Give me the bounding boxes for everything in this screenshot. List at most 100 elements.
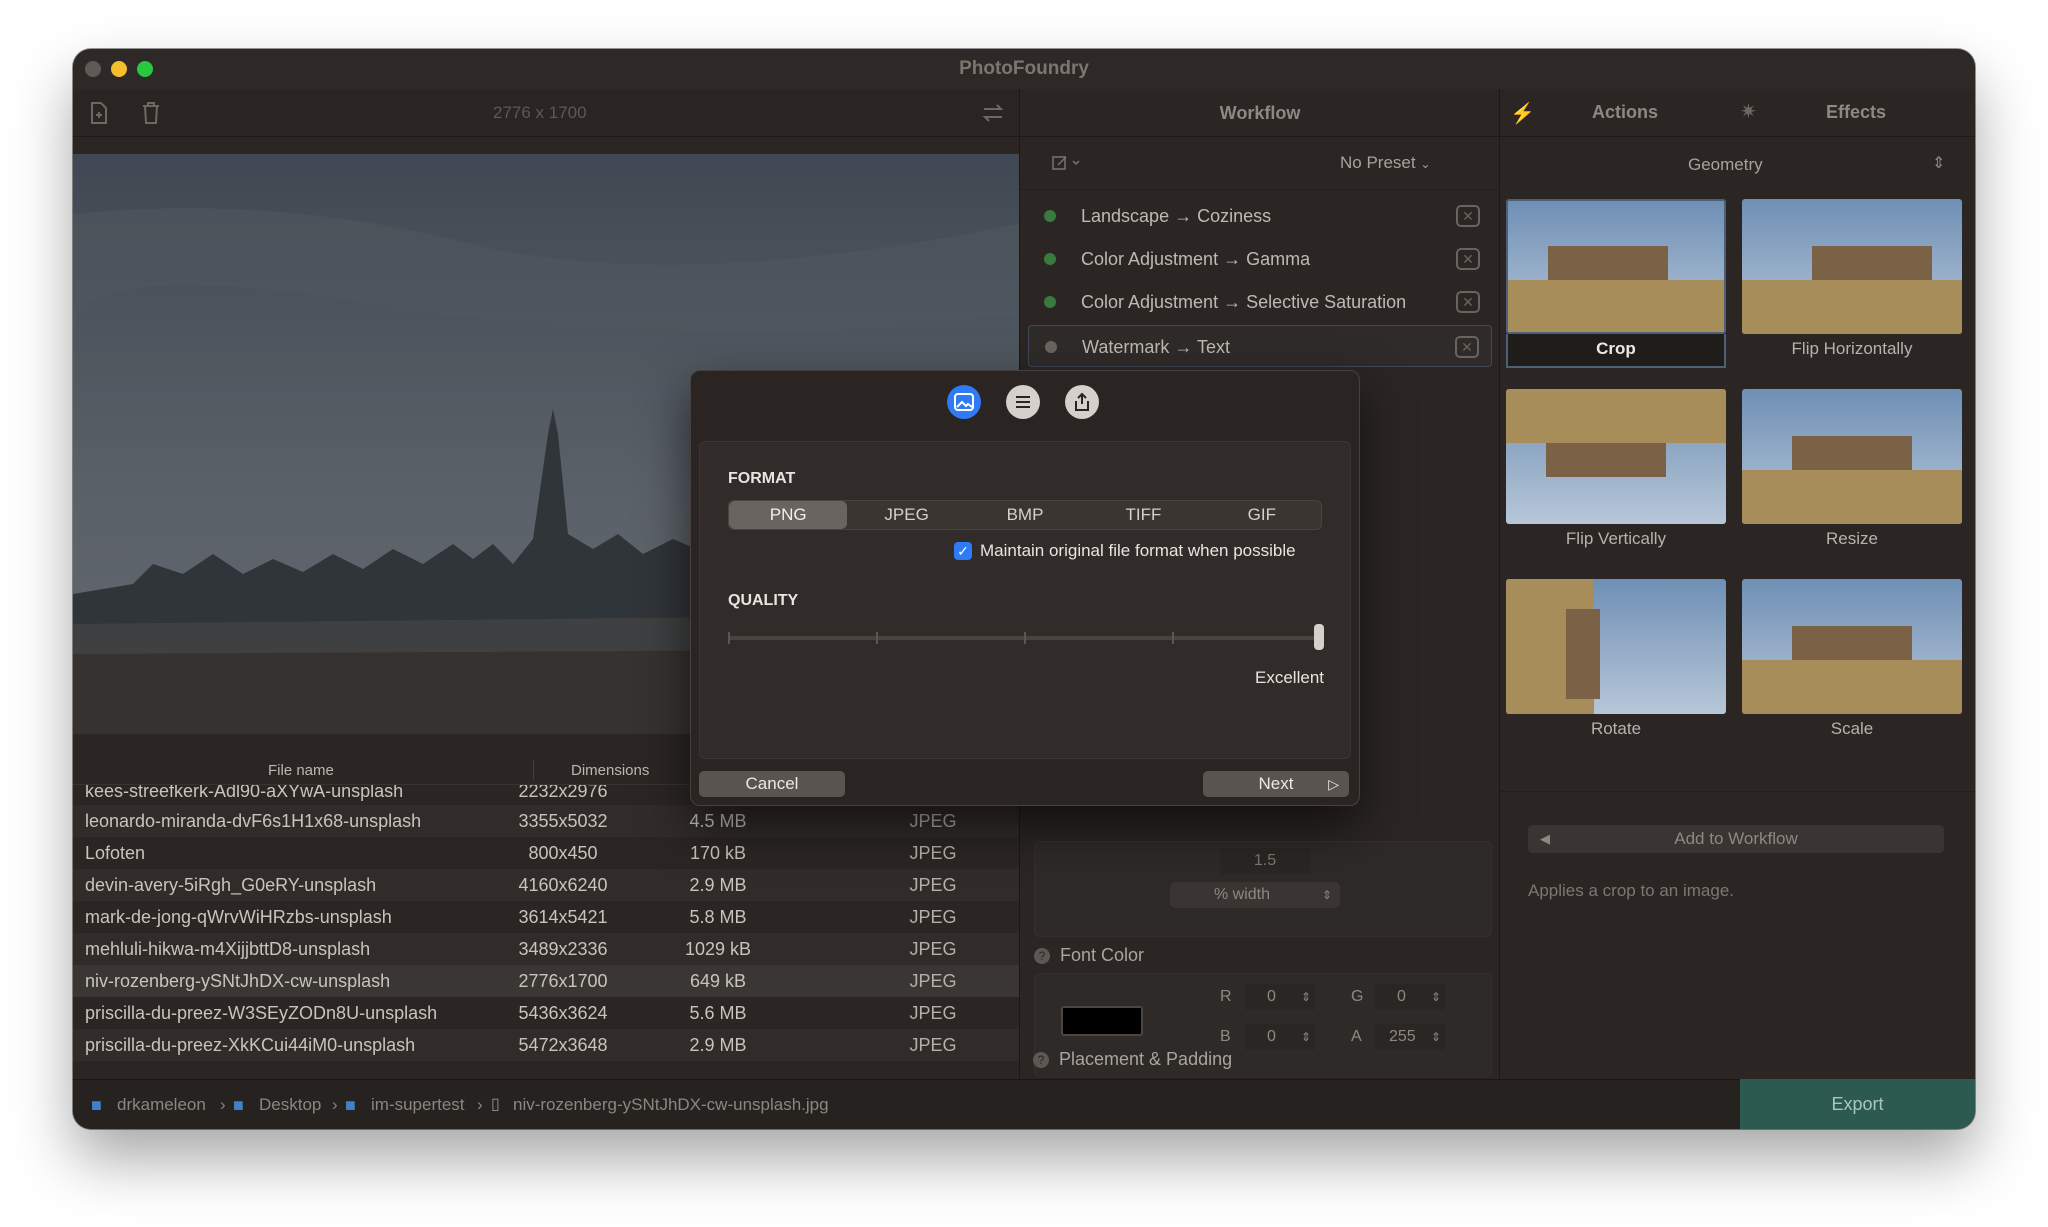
table-row[interactable]: leonardo-miranda-dvF6s1H1x68-unsplash 33… bbox=[73, 805, 1019, 837]
tab-actions[interactable]: Actions bbox=[1592, 102, 1658, 123]
format-tiff[interactable]: TIFF bbox=[1084, 501, 1202, 529]
stepper-icon[interactable]: ⇕ bbox=[1431, 1024, 1441, 1050]
file-name: niv-rozenberg-ySNtJhDX-cw-unsplash bbox=[85, 971, 391, 991]
b-label: B bbox=[1220, 1028, 1231, 1045]
line-height-field[interactable]: 1.5 bbox=[1220, 848, 1310, 874]
table-row[interactable]: priscilla-du-preez-W3SEyZODn8U-unsplash … bbox=[73, 997, 1019, 1029]
action-flip-horizontally[interactable]: Flip Horizontally bbox=[1742, 199, 1962, 369]
image-toolbar: 2776 x 1700 bbox=[73, 89, 1019, 137]
stepper-icon[interactable]: ⇕ bbox=[1431, 984, 1441, 1010]
remove-icon[interactable]: ✕ bbox=[1456, 291, 1480, 313]
format-bmp[interactable]: BMP bbox=[966, 501, 1084, 529]
slider-tick bbox=[876, 632, 878, 644]
workflow-title: Workflow bbox=[1020, 89, 1500, 137]
color-swatch[interactable] bbox=[1061, 1006, 1143, 1036]
file-type: JPEG bbox=[909, 907, 957, 927]
app-window: PhotoFoundry 2776 x 1700 File name Dimen… bbox=[73, 49, 1975, 1129]
maintain-format-checkbox[interactable]: ✓ bbox=[954, 542, 972, 560]
close-window-button[interactable] bbox=[85, 61, 101, 77]
breadcrumb-segment[interactable]: Desktop bbox=[259, 1080, 321, 1129]
table-row[interactable]: priscilla-du-preez-XkKCui44iM0-unsplash … bbox=[73, 1029, 1019, 1061]
chevron-right-icon: › bbox=[332, 1095, 338, 1114]
format-gif[interactable]: GIF bbox=[1203, 501, 1321, 529]
tab-effects[interactable]: Effects bbox=[1826, 102, 1886, 123]
table-row-selected[interactable]: niv-rozenberg-ySNtJhDX-cw-unsplash 2776x… bbox=[73, 965, 1019, 997]
action-resize[interactable]: Resize bbox=[1742, 389, 1962, 559]
help-icon[interactable]: ? bbox=[1034, 948, 1050, 964]
preset-dropdown[interactable]: No Preset ⌄ bbox=[1340, 153, 1430, 173]
file-type: JPEG bbox=[909, 971, 957, 991]
sparkle-icon: ✷ bbox=[1740, 101, 1757, 123]
crop-thumbnail bbox=[1506, 199, 1726, 334]
file-list: kees-streefkerk-Adl90-aXYwA-unsplash 223… bbox=[73, 785, 1019, 1079]
add-file-icon[interactable] bbox=[85, 99, 113, 127]
breadcrumb-file[interactable]: niv-rozenberg-ySNtJhDX-cw-unsplash.jpg bbox=[513, 1080, 829, 1129]
blue-value: 0 bbox=[1267, 1028, 1276, 1045]
stepper-icon[interactable]: ⇕ bbox=[1301, 984, 1311, 1010]
zoom-window-button[interactable] bbox=[137, 61, 153, 77]
quality-slider-thumb[interactable] bbox=[1314, 624, 1324, 650]
table-row[interactable]: mehluli-hikwa-m4XijjbttD8-unsplash 3489x… bbox=[73, 933, 1019, 965]
format-png[interactable]: PNG bbox=[729, 501, 848, 529]
add-to-workflow-button[interactable]: ◀ Add to Workflow bbox=[1528, 825, 1944, 853]
file-name: mark-de-jong-qWrvWiHRzbs-unsplash bbox=[85, 907, 392, 927]
file-dimensions: 800x450 bbox=[528, 843, 598, 863]
column-header-dimensions[interactable]: Dimensions bbox=[571, 762, 649, 779]
next-button[interactable]: Next ▷ bbox=[1203, 771, 1349, 797]
action-flip-vertically[interactable]: Flip Vertically bbox=[1506, 389, 1726, 559]
table-row[interactable]: mark-de-jong-qWrvWiHRzbs-unsplash 3614x5… bbox=[73, 901, 1019, 933]
remove-icon[interactable]: ✕ bbox=[1456, 248, 1480, 270]
green-stepper[interactable]: 0 ⇕ bbox=[1375, 984, 1445, 1010]
alpha-stepper[interactable]: 255 ⇕ bbox=[1375, 1024, 1445, 1050]
action-label: Flip Horizontally bbox=[1791, 339, 1913, 358]
swap-icon[interactable] bbox=[979, 99, 1007, 127]
green-value: 0 bbox=[1397, 988, 1406, 1005]
workflow-item[interactable]: Color Adjustment → Selective Saturation … bbox=[1028, 281, 1492, 323]
column-header-file-name[interactable]: File name bbox=[268, 762, 334, 779]
action-scale[interactable]: Scale bbox=[1742, 579, 1962, 749]
format-jpeg[interactable]: JPEG bbox=[847, 501, 965, 529]
breadcrumb-segment[interactable]: drkameleon bbox=[117, 1080, 206, 1129]
workflow-item-selected[interactable]: Watermark → Text ✕ bbox=[1028, 325, 1492, 367]
breadcrumb-segment[interactable]: im-supertest bbox=[371, 1080, 465, 1129]
file-type: JPEG bbox=[909, 1003, 957, 1023]
inactive-dot-icon bbox=[1045, 341, 1057, 353]
action-crop[interactable]: Crop bbox=[1506, 199, 1726, 369]
red-stepper[interactable]: 0 ⇕ bbox=[1245, 984, 1315, 1010]
remove-icon[interactable]: ✕ bbox=[1455, 336, 1479, 358]
file-size: 649 kB bbox=[689, 971, 747, 991]
list-tab[interactable] bbox=[1006, 385, 1040, 419]
rotate-thumbnail bbox=[1506, 579, 1726, 714]
remove-icon[interactable]: ✕ bbox=[1456, 205, 1480, 227]
cancel-button[interactable]: Cancel bbox=[699, 771, 845, 797]
action-rotate[interactable]: Rotate bbox=[1506, 579, 1726, 749]
file-name: devin-avery-5iRgh_G0eRY-unsplash bbox=[85, 875, 377, 895]
updown-chevron-icon: ⇕ bbox=[1932, 155, 1946, 172]
workflow-item[interactable]: Landscape → Coziness ✕ bbox=[1028, 195, 1492, 237]
next-label: Next bbox=[1258, 774, 1294, 793]
size-unit-select[interactable]: % width ⇕ bbox=[1170, 882, 1340, 908]
category-select[interactable]: Geometry ⇕ bbox=[1500, 137, 1975, 193]
stepper-icon[interactable]: ⇕ bbox=[1301, 1024, 1311, 1050]
edit-menu-icon[interactable] bbox=[1048, 151, 1088, 175]
placement-padding-label: Placement & Padding bbox=[1059, 1049, 1233, 1069]
file-dimensions: 3614x5421 bbox=[518, 907, 608, 927]
file-dimensions: 5436x3624 bbox=[518, 1003, 608, 1023]
share-tab[interactable] bbox=[1065, 385, 1099, 419]
minimize-window-button[interactable] bbox=[111, 61, 127, 77]
trash-icon[interactable] bbox=[137, 99, 165, 127]
export-button[interactable]: Export bbox=[1740, 1079, 1975, 1129]
image-format-tab[interactable] bbox=[947, 385, 981, 419]
blue-stepper[interactable]: 0 ⇕ bbox=[1245, 1024, 1315, 1050]
file-name: mehluli-hikwa-m4XijjbttD8-unsplash bbox=[85, 939, 371, 959]
divider bbox=[1500, 791, 1975, 792]
red-value: 0 bbox=[1267, 988, 1276, 1005]
maintain-format-label: Maintain original file format when possi… bbox=[980, 541, 1296, 560]
table-row[interactable]: Lofoten 800x450 170 kB JPEG bbox=[73, 837, 1019, 869]
action-label: Resize bbox=[1826, 529, 1878, 548]
format-label: FORMAT bbox=[728, 470, 796, 487]
file-name: priscilla-du-preez-W3SEyZODn8U-unsplash bbox=[85, 1003, 438, 1023]
help-icon[interactable]: ? bbox=[1033, 1052, 1049, 1068]
workflow-item[interactable]: Color Adjustment → Gamma ✕ bbox=[1028, 238, 1492, 280]
table-row[interactable]: devin-avery-5iRgh_G0eRY-unsplash 4160x62… bbox=[73, 869, 1019, 901]
